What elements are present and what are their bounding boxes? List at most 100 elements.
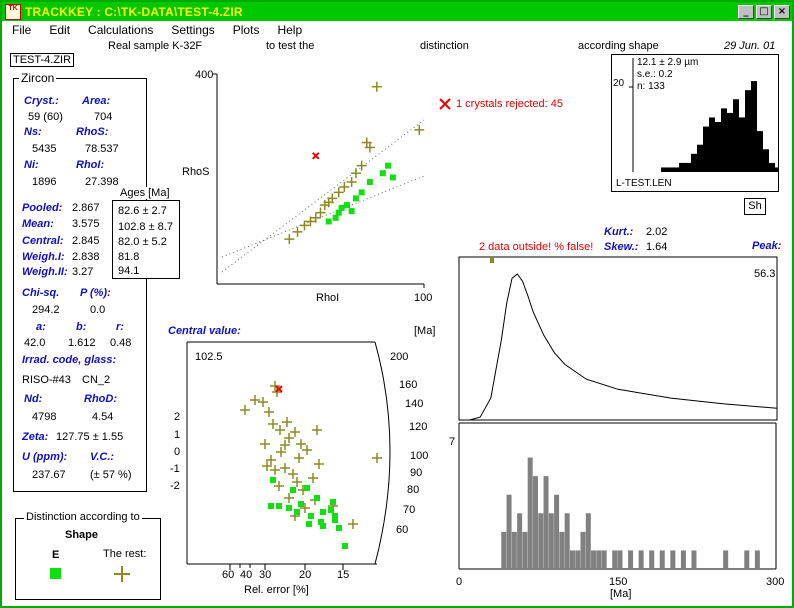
zircon-panel xyxy=(13,78,147,492)
vc-value: (± 57 %) xyxy=(90,469,132,481)
agehist-y-tick: 7 xyxy=(449,436,456,448)
length-bar xyxy=(709,117,715,172)
scatter-point-e xyxy=(332,214,339,221)
density-curve xyxy=(459,273,778,421)
warning-text: 2 data outside! % false! xyxy=(479,241,594,253)
radial-x-tick-40: 40 xyxy=(240,569,253,581)
agehist-x-unit: [Ma] xyxy=(610,588,632,600)
agehist-bar xyxy=(601,550,607,569)
mean-label: Mean: xyxy=(22,218,54,230)
agehist-bar xyxy=(617,550,623,569)
radial-y-tick-2: 2 xyxy=(174,411,181,423)
rhod-value: 4.54 xyxy=(92,411,114,423)
agehist-bar xyxy=(585,513,591,569)
radial-point-rest xyxy=(275,425,285,435)
age-row-3: 82.0 ± 5.2 xyxy=(118,236,167,248)
chisq-value: 294.2 xyxy=(32,304,60,316)
scatter-point-rest xyxy=(339,181,350,192)
agehist-bar xyxy=(532,476,538,569)
minimize-button[interactable]: _ xyxy=(738,4,754,19)
agehist-bar xyxy=(501,531,507,569)
menu-edit[interactable]: Edit xyxy=(39,23,78,37)
radial-x-label: Rel. error [%] xyxy=(244,584,309,596)
radial-y-tick-1: 1 xyxy=(174,429,181,441)
radial-point-rest xyxy=(240,405,250,415)
menu-calculations[interactable]: Calculations xyxy=(78,23,161,37)
radial-point-e xyxy=(276,503,282,509)
menu-plots[interactable]: Plots xyxy=(223,23,268,37)
density-plot xyxy=(458,256,778,421)
kurt-label: Kurt.: xyxy=(604,226,634,238)
scatter-line-1 xyxy=(221,119,425,273)
irrad-label: Irrad. code, glass: xyxy=(22,354,117,366)
scatter-y-label: RhoS xyxy=(182,166,210,178)
agehist-bar xyxy=(527,457,533,569)
cryst-label: Cryst.: xyxy=(24,95,59,107)
menu-file[interactable]: File xyxy=(2,23,39,37)
sample-text-3: distinction xyxy=(420,40,469,52)
weighi-label: Weigh.I: xyxy=(22,251,65,263)
agehist-bar xyxy=(754,550,760,569)
sh-button[interactable]: Sh xyxy=(744,198,766,215)
scatter-point-e xyxy=(385,162,392,169)
date-label: 29 Jun. 01 xyxy=(724,40,776,52)
zircon-title: Zircon xyxy=(19,71,57,85)
arc-tick-160: 160 xyxy=(399,379,418,391)
scatter-point-e xyxy=(389,174,396,181)
arc-tick-200: 200 xyxy=(390,351,409,363)
scatter-point-rest xyxy=(284,234,295,245)
close-button[interactable]: × xyxy=(774,4,790,19)
peak-label: Peak: xyxy=(752,240,782,252)
scatter-plot xyxy=(213,73,425,288)
central-label: Central: xyxy=(22,235,64,247)
length-bar xyxy=(775,167,778,172)
length-bar xyxy=(745,90,751,172)
scatter-point-rest xyxy=(292,226,303,237)
radial-y-tick-m1: -1 xyxy=(170,463,180,475)
menu-settings[interactable]: Settings xyxy=(161,23,222,37)
legend-rest-marker xyxy=(114,566,130,582)
radial-point-rest xyxy=(314,459,324,469)
radial-point-e xyxy=(314,495,320,501)
app-icon[interactable]: TK xyxy=(5,3,21,20)
scatter-point-rest xyxy=(414,124,425,135)
radial-title: Central value: xyxy=(168,325,241,337)
chisq-label: Chi-sq. xyxy=(22,287,60,299)
u-label: U (ppm): xyxy=(22,451,68,463)
u-value: 237.67 xyxy=(32,469,66,481)
weighii-label: Weigh.II: xyxy=(22,266,68,278)
scatter-x-right: 100 xyxy=(414,292,433,304)
density-marker xyxy=(490,257,494,263)
maximize-button[interactable]: □ xyxy=(756,4,772,19)
app-window: TK TRACKKEY : C:\TK-DATA\TEST-4.ZIR _ □ … xyxy=(0,0,794,608)
distinction-title: Distinction according to xyxy=(24,511,142,523)
scatter-point-e xyxy=(366,178,373,185)
r-label: r: xyxy=(116,321,124,333)
menu-help[interactable]: Help xyxy=(267,23,310,37)
radial-point-e xyxy=(268,503,274,509)
scatter-point-e xyxy=(325,218,332,225)
arc-tick-70: 70 xyxy=(403,504,416,516)
agehist-bar xyxy=(596,550,602,569)
age-histogram xyxy=(458,422,777,570)
scatter-point-rest xyxy=(371,81,382,92)
age-row-4: 81.8 xyxy=(118,251,140,263)
rhoi-value: 27.398 xyxy=(85,176,119,188)
agehist-bar xyxy=(744,550,750,569)
title-bar[interactable]: TK TRACKKEY : C:\TK-DATA\TEST-4.ZIR _ □ … xyxy=(2,2,792,21)
agehist-bar xyxy=(575,550,581,569)
zeta-label: Zeta: xyxy=(22,431,49,443)
radial-point-e xyxy=(328,507,334,513)
zeta-value: 127.75 ± 1.55 xyxy=(56,431,124,443)
length-footer: L-TEST.LEN xyxy=(616,178,672,189)
ns-label: Ns: xyxy=(24,126,42,138)
kurt-value: 2.02 xyxy=(646,226,668,238)
length-bar xyxy=(751,81,757,172)
nd-label: Nd: xyxy=(24,393,43,405)
agehist-x-tick-300: 300 xyxy=(766,576,785,588)
radial-point-e xyxy=(306,521,312,527)
radial-point-rest xyxy=(294,453,304,463)
radial-point-rest xyxy=(282,417,292,427)
radial-point-e xyxy=(336,525,342,531)
scatter-point-rest xyxy=(350,168,361,179)
